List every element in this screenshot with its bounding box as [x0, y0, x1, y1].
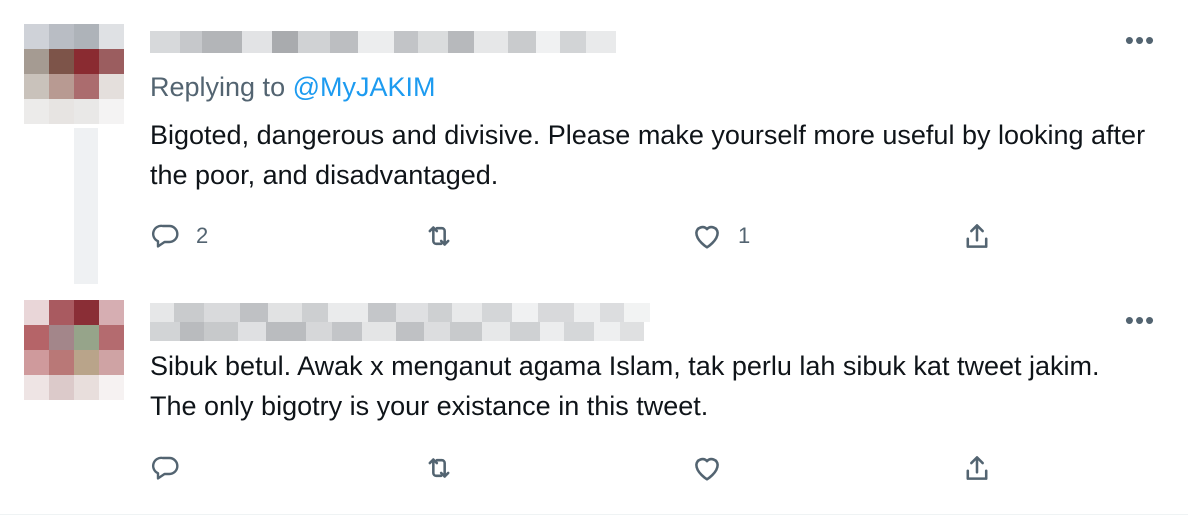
like-count: 1	[738, 223, 751, 248]
more-options-icon[interactable]: •••	[1122, 307, 1158, 333]
replying-to-handle-link[interactable]: @MyJAKIM	[293, 72, 436, 102]
share-button[interactable]	[960, 216, 994, 256]
reply-button[interactable]	[150, 448, 196, 488]
avatar-pixel	[24, 24, 49, 49]
action-bar: 2 1	[150, 216, 1050, 256]
share-icon	[966, 456, 988, 480]
avatar-pixel	[24, 99, 49, 124]
avatar-pixel	[49, 325, 74, 350]
share-icon	[966, 224, 988, 248]
avatar-pixel	[49, 350, 74, 375]
avatar-pixel	[24, 325, 49, 350]
avatar-pixel	[24, 375, 49, 400]
thread-connector	[74, 128, 98, 284]
reply-button[interactable]: 2	[150, 216, 208, 256]
divider	[0, 514, 1188, 515]
more-options-icon[interactable]: •••	[1122, 27, 1158, 53]
reply-count: 2	[196, 223, 209, 248]
avatar-pixel	[99, 24, 124, 49]
avatar-pixel	[24, 300, 49, 325]
avatar-pixel	[74, 300, 99, 325]
retweet-button[interactable]	[422, 448, 470, 488]
avatar-pixel	[99, 49, 124, 74]
retweet-button[interactable]	[422, 216, 470, 256]
avatar-pixel	[74, 24, 99, 49]
avatar-pixel	[24, 74, 49, 99]
reply-icon	[151, 224, 179, 248]
avatar-pixel	[99, 74, 124, 99]
avatar-pixel	[99, 99, 124, 124]
heart-icon	[695, 457, 719, 481]
retweet-icon	[428, 226, 450, 246]
avatar-pixel	[74, 49, 99, 74]
avatar-pixel	[74, 74, 99, 99]
share-button[interactable]	[960, 448, 994, 488]
avatar-pixel	[24, 49, 49, 74]
retweet-icon	[428, 458, 450, 478]
avatar-pixel	[99, 325, 124, 350]
like-button[interactable]	[690, 448, 738, 488]
heart-icon	[695, 225, 719, 249]
avatar-pixel	[24, 350, 49, 375]
avatar-pixel	[74, 99, 99, 124]
avatar-pixel	[49, 74, 74, 99]
tweet-text: Bigoted, dangerous and divisive. Please …	[150, 120, 1146, 190]
tweet-text: Sibuk betul. Awak x menganut agama Islam…	[150, 351, 1100, 421]
avatar-pixel	[49, 24, 74, 49]
avatar-pixel	[99, 300, 124, 325]
tweet-reply-2[interactable]: ••• Sibuk betul. Awak x menganut agama I…	[0, 284, 1188, 516]
avatar-pixel	[49, 99, 74, 124]
action-bar	[150, 448, 1050, 488]
avatar-pixel	[74, 325, 99, 350]
avatar-pixel	[99, 350, 124, 375]
avatar-pixel	[74, 375, 99, 400]
reply-icon	[151, 456, 179, 480]
avatar[interactable]	[24, 24, 124, 124]
avatar-pixel	[99, 375, 124, 400]
blurred-username	[150, 303, 650, 341]
blurred-username	[150, 31, 616, 53]
replying-to-prefix: Replying to	[150, 72, 293, 102]
tweet-reply-1[interactable]: ••• Replying to @MyJAKIM Bigoted, danger…	[0, 0, 1188, 284]
avatar-pixel	[74, 350, 99, 375]
like-button[interactable]: 1	[690, 216, 750, 256]
avatar-pixel	[49, 49, 74, 74]
avatar[interactable]	[24, 300, 124, 400]
avatar-pixel	[49, 375, 74, 400]
avatar-pixel	[49, 300, 74, 325]
replying-to: Replying to @MyJAKIM	[150, 72, 436, 103]
